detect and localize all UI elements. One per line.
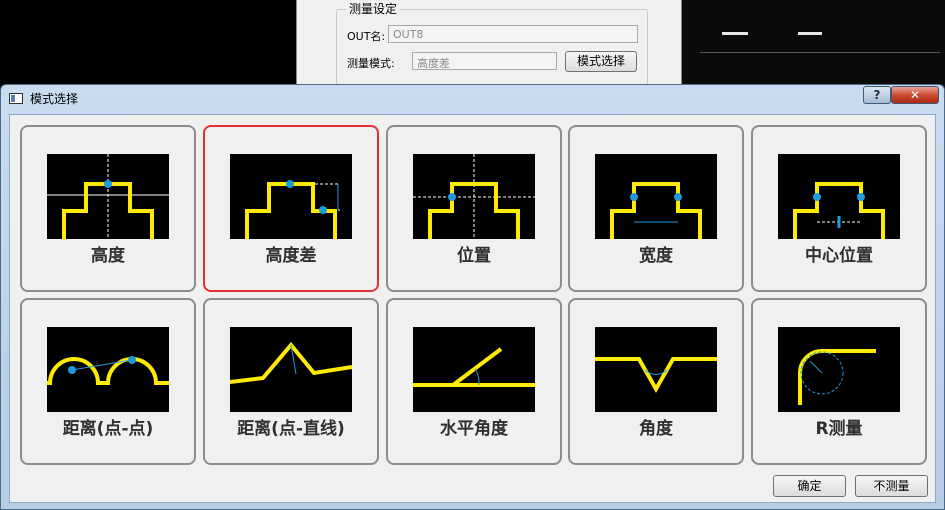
position-icon xyxy=(413,154,535,239)
background-image-area xyxy=(680,0,945,88)
background-dash xyxy=(798,32,822,35)
measure-settings-group xyxy=(336,9,648,91)
point-to-point-distance-icon xyxy=(47,327,169,412)
mode-card-width[interactable]: 宽度 xyxy=(568,125,744,292)
background-line xyxy=(700,52,940,53)
width-icon xyxy=(595,154,717,239)
measure-settings-title: 测量设定 xyxy=(346,0,401,17)
dialog-client: 高度 高度差 位置 宽度 中心位置 距离(点-点) 距离(点-直线) 水平角度 … xyxy=(9,114,936,503)
mode-card-point-to-point-distance[interactable]: 距离(点-点) xyxy=(20,298,196,465)
measure-mode-label: 测量模式: xyxy=(347,57,395,70)
no-measure-button[interactable]: 不测量 xyxy=(855,475,928,497)
mode-card-horizontal-angle[interactable]: 水平角度 xyxy=(386,298,562,465)
close-icon: ✕ xyxy=(909,88,921,102)
mode-select-window: 模式选择 ? ✕ 高度 高度差 位置 宽度 中心位置 距离(点-点) 距离(点-… xyxy=(0,84,945,510)
height-icon xyxy=(47,154,169,239)
mode-label: 高度 xyxy=(91,246,125,266)
mode-select-button[interactable]: 模式选择 xyxy=(565,51,637,72)
mode-card-center-position[interactable]: 中心位置 xyxy=(751,125,927,292)
mode-label: 距离(点-直线) xyxy=(237,419,345,439)
angle-icon xyxy=(595,327,717,412)
mode-label: R测量 xyxy=(815,419,863,439)
close-button[interactable]: ✕ xyxy=(891,86,939,104)
point-to-line-distance-icon xyxy=(230,327,352,412)
radius-icon xyxy=(778,327,900,412)
mode-card-height[interactable]: 高度 xyxy=(20,125,196,292)
mode-label: 距离(点-点) xyxy=(62,419,154,439)
out-name-input[interactable]: OUT8 xyxy=(388,25,638,43)
window-title: 模式选择 xyxy=(30,92,79,106)
mode-label: 角度 xyxy=(639,419,673,439)
mode-label: 中心位置 xyxy=(805,246,873,266)
height-difference-icon xyxy=(230,154,352,239)
measure-mode-input[interactable]: 高度差 xyxy=(412,52,557,70)
mode-label: 高度差 xyxy=(265,246,317,266)
mode-label: 位置 xyxy=(457,246,491,266)
mode-label: 水平角度 xyxy=(440,419,508,439)
mode-card-position[interactable]: 位置 xyxy=(386,125,562,292)
mode-card-angle[interactable]: 角度 xyxy=(568,298,744,465)
mode-label: 宽度 xyxy=(639,246,673,266)
mode-card-height-difference[interactable]: 高度差 xyxy=(203,125,379,292)
title-bar[interactable]: 模式选择 ? ✕ xyxy=(1,85,944,111)
center-position-icon xyxy=(778,154,900,239)
ok-button[interactable]: 确定 xyxy=(773,475,846,497)
background-dash xyxy=(722,32,748,35)
mode-card-radius[interactable]: R测量 xyxy=(751,298,927,465)
help-button[interactable]: ? xyxy=(863,86,891,104)
horizontal-angle-icon xyxy=(413,327,535,412)
window-icon xyxy=(9,93,23,104)
mode-card-point-to-line-distance[interactable]: 距离(点-直线) xyxy=(203,298,379,465)
out-name-label: OUT名: xyxy=(347,30,386,43)
